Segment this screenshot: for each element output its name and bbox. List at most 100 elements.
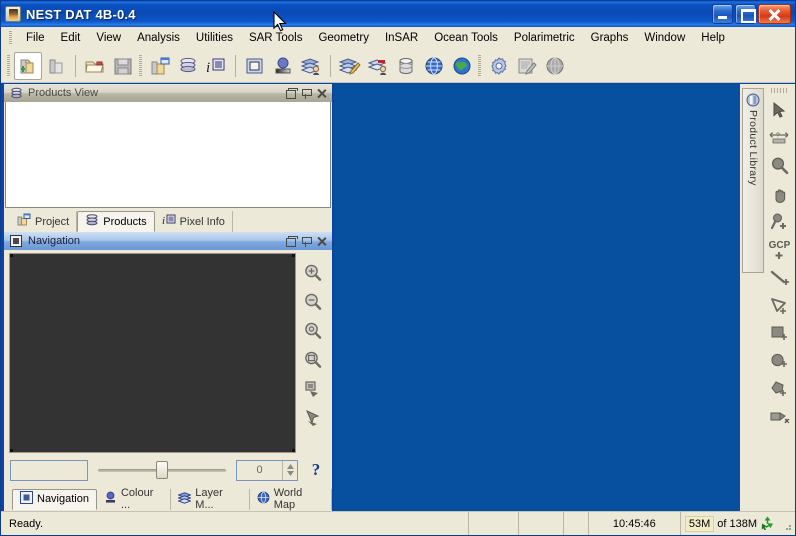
- menu-help[interactable]: Help: [693, 29, 733, 47]
- status-time: 10:45:46: [587, 512, 680, 535]
- database-button[interactable]: [392, 52, 420, 80]
- minimize-button[interactable]: [712, 4, 733, 24]
- toolbar-separator-1: [75, 54, 76, 77]
- navigation-canvas[interactable]: [9, 253, 296, 453]
- tab-world-map[interactable]: World Map: [250, 487, 333, 511]
- layer-editor-button[interactable]: [364, 52, 392, 80]
- navigation-square-icon: [20, 491, 33, 507]
- tab-pixel-info[interactable]: i Pixel Info: [155, 211, 233, 232]
- close-button[interactable]: [758, 4, 791, 24]
- band-maths-button[interactable]: [336, 52, 364, 80]
- menu-analysis[interactable]: Analysis: [129, 29, 188, 47]
- pan-tool[interactable]: [766, 181, 794, 207]
- document-canvas-area[interactable]: [334, 84, 740, 511]
- pin-placing-tool[interactable]: [766, 209, 794, 235]
- pin-icon[interactable]: [301, 88, 312, 99]
- magnifier-pixel-icon[interactable]: [300, 319, 326, 343]
- main-body: Products View Project Products i Pixel I…: [1, 83, 795, 511]
- magnifier-plus-icon[interactable]: [300, 261, 326, 285]
- help-sphere-button[interactable]: [541, 52, 569, 80]
- navigation-main: [4, 250, 332, 453]
- line-drawing-tool[interactable]: [766, 265, 794, 291]
- menu-window[interactable]: Window: [636, 29, 693, 47]
- window-title: NEST DAT 4B-0.4: [26, 6, 136, 22]
- menu-insar[interactable]: InSAR: [377, 29, 426, 47]
- magnifier-tool[interactable]: [766, 153, 794, 179]
- menu-view[interactable]: View: [88, 29, 129, 47]
- close-icon[interactable]: [316, 236, 327, 247]
- open-file-button[interactable]: [81, 52, 109, 80]
- menu-file[interactable]: File: [18, 29, 53, 47]
- recycle-green-icon[interactable]: [760, 515, 775, 533]
- menu-grip[interactable]: [9, 30, 12, 45]
- polyline-drawing-tool[interactable]: [766, 293, 794, 319]
- zoom-slider-thumb[interactable]: [156, 461, 168, 479]
- toolbar-separator-3: [330, 54, 331, 77]
- product-library-tab[interactable]: Product Library: [742, 88, 764, 273]
- sync-views-icon[interactable]: [300, 377, 326, 401]
- toolbar-grip-3[interactable]: [478, 54, 481, 77]
- tab-project-label: Project: [35, 215, 70, 228]
- gcp-placing-tool[interactable]: GCP: [766, 237, 794, 263]
- tab-products-label: Products: [103, 215, 147, 228]
- tab-colour-manipulation[interactable]: Colour ...: [97, 487, 172, 511]
- menu-utilities[interactable]: Utilities: [188, 29, 241, 47]
- products-view-content[interactable]: [5, 102, 331, 208]
- menu-polarimetric[interactable]: Polarimetric: [506, 29, 583, 47]
- layer-manager-button[interactable]: [297, 52, 325, 80]
- zoom-slider[interactable]: [94, 460, 230, 480]
- magic-wand-tool[interactable]: [766, 405, 794, 431]
- tab-project[interactable]: Project: [10, 211, 78, 232]
- tab-layer-manager[interactable]: Layer M...: [171, 487, 250, 511]
- pixel-info-button[interactable]: i: [202, 52, 230, 80]
- sync-cursor-icon[interactable]: [300, 406, 326, 430]
- close-icon[interactable]: [316, 88, 327, 99]
- toolbar-grip-2[interactable]: [139, 54, 142, 77]
- maximize-button[interactable]: [735, 4, 756, 24]
- magnifier-minus-icon[interactable]: [300, 290, 326, 314]
- magnifier-all-icon[interactable]: [300, 348, 326, 372]
- resize-grip[interactable]: [779, 512, 795, 535]
- open-image-view-button[interactable]: [241, 52, 269, 80]
- rectangle-drawing-tool[interactable]: [766, 321, 794, 347]
- preferences-button[interactable]: [485, 52, 513, 80]
- help-button[interactable]: ?: [304, 458, 328, 482]
- status-memory[interactable]: 53M of 138M: [679, 512, 779, 535]
- selection-tool[interactable]: [766, 97, 794, 123]
- pin-icon[interactable]: [301, 236, 312, 247]
- main-toolbar: i: [1, 49, 795, 83]
- globe-blue-icon: [257, 491, 270, 507]
- tab-products[interactable]: Products: [77, 211, 155, 232]
- notepad-button[interactable]: [513, 52, 541, 80]
- navigation-header[interactable]: Navigation: [4, 232, 332, 250]
- float-window-icon[interactable]: [286, 87, 298, 99]
- products-view-header[interactable]: Products View: [4, 84, 332, 102]
- menu-geometry[interactable]: Geometry: [310, 29, 377, 47]
- colour-manipulation-button[interactable]: [269, 52, 297, 80]
- rotation-spinner[interactable]: 0: [236, 459, 298, 481]
- menu-ocean-tools[interactable]: Ocean Tools: [426, 29, 506, 47]
- rotation-spinner-arrows[interactable]: [282, 460, 297, 480]
- tab-navigation[interactable]: Navigation: [12, 488, 97, 510]
- polygon-drawing-tool[interactable]: [766, 377, 794, 403]
- range-finder-tool[interactable]: ?: [766, 125, 794, 151]
- navigation-tools: [296, 253, 330, 453]
- close-product-button[interactable]: [42, 52, 70, 80]
- world-map-button[interactable]: [448, 52, 476, 80]
- float-window-icon[interactable]: [286, 235, 298, 247]
- menu-edit[interactable]: Edit: [53, 29, 89, 47]
- project-button[interactable]: [146, 52, 174, 80]
- products-tabstrip: Project Products i Pixel Info: [4, 208, 332, 232]
- zoom-factor-input[interactable]: [10, 459, 88, 481]
- ellipse-drawing-tool[interactable]: [766, 349, 794, 375]
- open-product-button[interactable]: [14, 51, 42, 80]
- database-stack-icon: [9, 86, 23, 100]
- world-wind-button[interactable]: [420, 52, 448, 80]
- right-tools-grip[interactable]: [770, 88, 789, 93]
- toolbar-grip-1[interactable]: [7, 54, 10, 77]
- save-button[interactable]: [109, 52, 137, 80]
- menu-graphs[interactable]: Graphs: [583, 29, 637, 47]
- menu-sar-tools[interactable]: SAR Tools: [241, 29, 310, 47]
- colour-palette-icon: [104, 491, 117, 507]
- product-library-button[interactable]: [174, 52, 202, 80]
